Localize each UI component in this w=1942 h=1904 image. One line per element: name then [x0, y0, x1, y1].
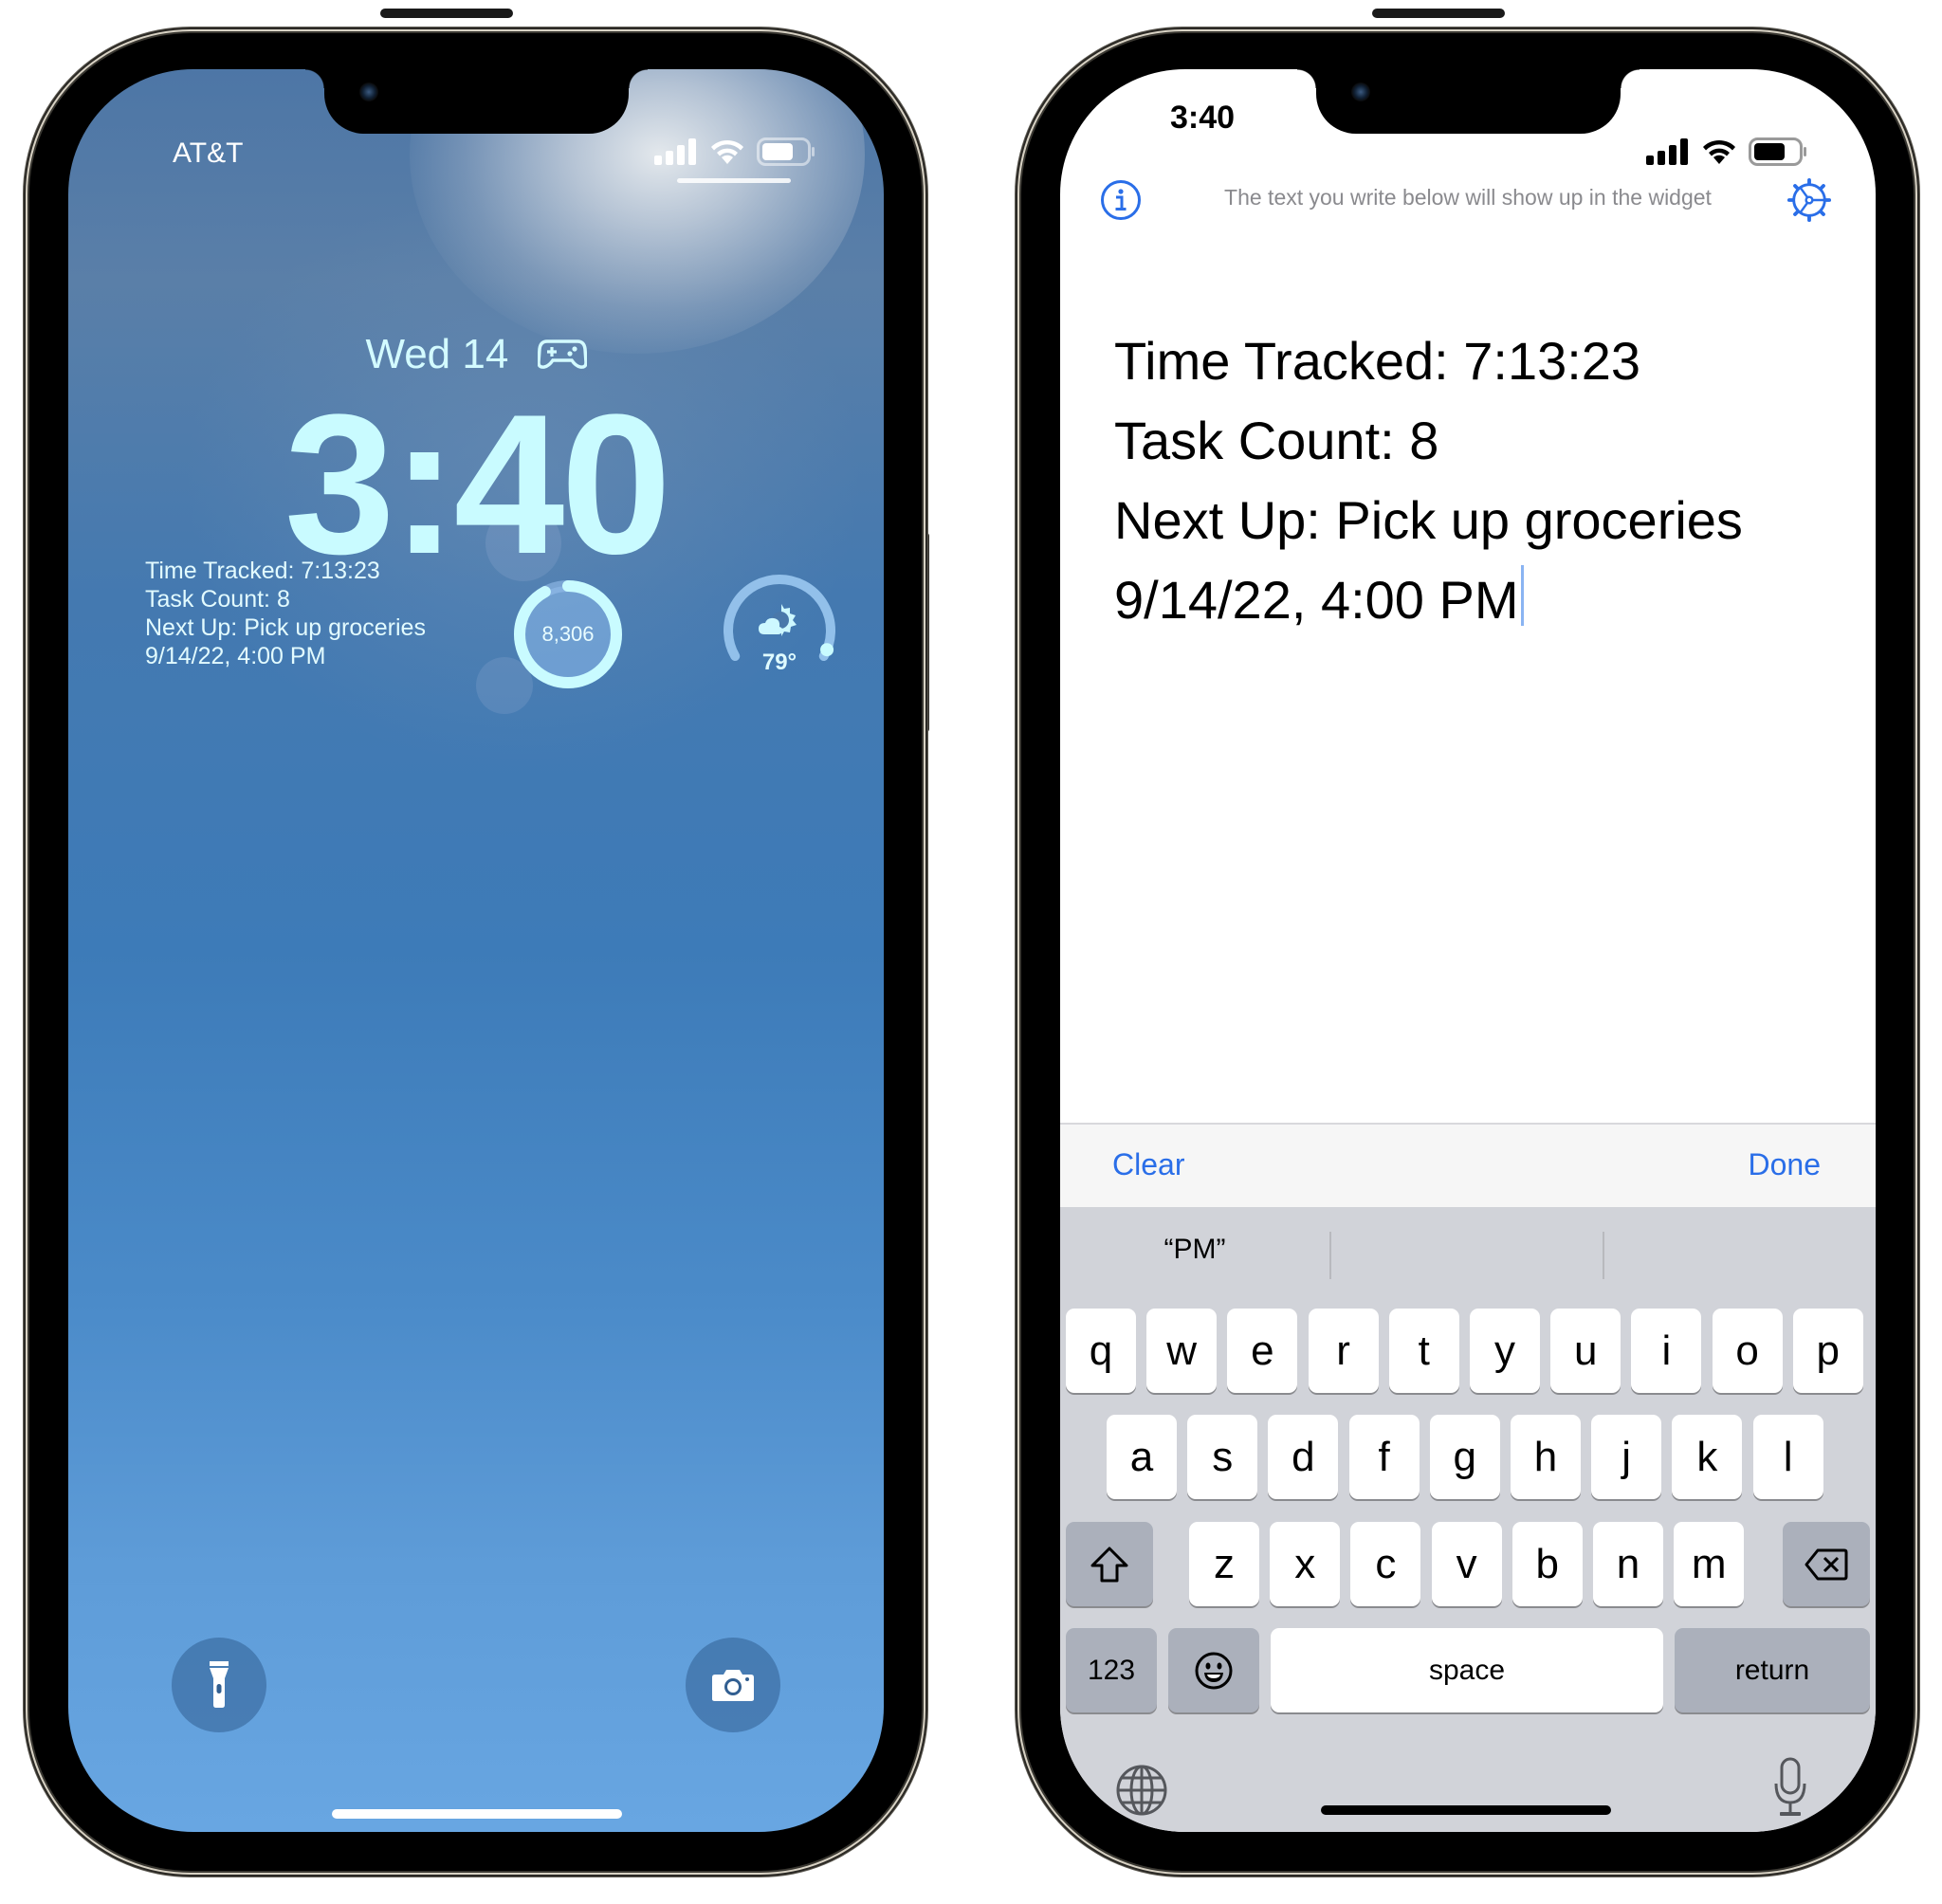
key-v[interactable]: v [1431, 1522, 1502, 1606]
power-button [1913, 533, 1920, 732]
wifi-icon [1703, 139, 1735, 164]
key-p[interactable]: p [1792, 1309, 1863, 1393]
carrier-label: AT&T [173, 137, 244, 169]
settings-button[interactable] [1786, 177, 1832, 223]
backspace-icon [1805, 1548, 1848, 1580]
key-d[interactable]: d [1268, 1415, 1339, 1499]
key-r[interactable]: r [1308, 1309, 1379, 1393]
steps-ring-widget[interactable]: 8,306 [511, 577, 625, 691]
keyboard: “PM” qwertyuiop asdfghjkl zxcvbnm 123 sp… [1060, 1207, 1876, 1832]
key-s[interactable]: s [1187, 1415, 1258, 1499]
emoji-key[interactable] [1168, 1628, 1259, 1712]
key-j[interactable]: j [1591, 1415, 1662, 1499]
key-k[interactable]: k [1672, 1415, 1743, 1499]
editor-phone: 3:40 The text you write below will show … [1021, 9, 1914, 1871]
key-u[interactable]: u [1550, 1309, 1621, 1393]
flashlight-button[interactable] [172, 1638, 266, 1732]
delete-key[interactable] [1783, 1522, 1870, 1606]
battery-icon [757, 137, 815, 166]
key-g[interactable]: g [1429, 1415, 1500, 1499]
shift-key[interactable] [1066, 1522, 1153, 1606]
lock-screen-phone: AT&T Wed 14 3:40 Time Tracked: 7:13:23 T… [29, 9, 922, 1871]
predictive-bar: “PM” [1060, 1207, 1876, 1297]
globe-button[interactable] [1115, 1764, 1168, 1822]
clear-button[interactable]: Clear [1112, 1147, 1184, 1182]
camera-button[interactable] [686, 1638, 780, 1732]
key-t[interactable]: t [1388, 1309, 1459, 1393]
emoji-icon [1195, 1652, 1233, 1689]
key-b[interactable]: b [1511, 1522, 1583, 1606]
microphone-icon [1774, 1757, 1806, 1816]
key-h[interactable]: h [1511, 1415, 1581, 1499]
globe-icon [1116, 1765, 1167, 1816]
key-l[interactable]: l [1752, 1415, 1823, 1499]
keyboard-toolbar: Clear Done [1060, 1123, 1876, 1209]
editor-line: Time Tracked: 7:13:23 [1114, 331, 1641, 391]
cellular-signal-icon [654, 138, 696, 165]
home-indicator[interactable] [332, 1809, 622, 1819]
camera-icon [712, 1670, 754, 1701]
shift-icon [1090, 1547, 1128, 1582]
key-y[interactable]: y [1470, 1309, 1540, 1393]
key-f[interactable]: f [1348, 1415, 1420, 1499]
key-c[interactable]: c [1350, 1522, 1421, 1606]
weather-widget[interactable]: 79° [721, 572, 838, 689]
partly-sunny-icon [759, 604, 797, 636]
wifi-icon [711, 139, 743, 164]
key-i[interactable]: i [1631, 1309, 1702, 1393]
return-key[interactable]: return [1675, 1628, 1870, 1712]
key-z[interactable]: z [1189, 1522, 1259, 1606]
text-cursor [1520, 565, 1524, 626]
cellular-signal-icon [1646, 138, 1688, 165]
speaker-grille [1372, 9, 1505, 18]
key-w[interactable]: w [1146, 1309, 1218, 1393]
status-icons [1646, 137, 1807, 166]
status-indicator-bar [677, 178, 791, 183]
widget-line: Next Up: Pick up groceries [145, 614, 426, 641]
battery-icon [1749, 137, 1806, 166]
space-key[interactable]: space [1271, 1628, 1663, 1712]
key-x[interactable]: x [1270, 1522, 1341, 1606]
widget-line: Task Count: 8 [145, 586, 290, 613]
key-a[interactable]: a [1107, 1415, 1177, 1499]
home-indicator[interactable] [1321, 1805, 1611, 1815]
speaker-grille [380, 9, 513, 18]
flashlight-icon [210, 1661, 229, 1708]
key-q[interactable]: q [1066, 1309, 1136, 1393]
notch [1297, 69, 1640, 134]
steps-value: 8,306 [541, 622, 595, 646]
front-camera [359, 82, 378, 101]
front-camera [1351, 82, 1370, 101]
editor-line: Task Count: 8 [1114, 411, 1439, 470]
widget-hint-text: The text you write below will show up in… [1224, 185, 1712, 210]
status-time: 3:40 [1169, 100, 1236, 136]
key-n[interactable]: n [1593, 1522, 1663, 1606]
editor-screen: 3:40 The text you write below will show … [1060, 69, 1876, 1832]
key-e[interactable]: e [1227, 1309, 1298, 1393]
editor-line: Next Up: Pick up groceries [1114, 490, 1743, 550]
numbers-key[interactable]: 123 [1066, 1628, 1157, 1712]
done-button[interactable]: Done [1749, 1147, 1822, 1182]
power-button [922, 533, 929, 732]
text-widget[interactable]: Time Tracked: 7:13:23 Task Count: 8 Next… [145, 557, 426, 670]
notch [305, 69, 648, 134]
widget-line: Time Tracked: 7:13:23 [145, 558, 380, 584]
prediction-1[interactable]: “PM” [1060, 1234, 1329, 1266]
key-m[interactable]: m [1674, 1522, 1745, 1606]
lock-screen: AT&T Wed 14 3:40 Time Tracked: 7:13:23 T… [68, 69, 884, 1832]
dictation-button[interactable] [1773, 1757, 1807, 1822]
widget-text-editor[interactable]: Time Tracked: 7:13:23 Task Count: 8 Next U… [1114, 321, 1743, 640]
editor-line: 9/14/22, 4:00 PM [1114, 570, 1519, 630]
status-icons [654, 137, 815, 166]
weather-temperature: 79° [761, 650, 797, 675]
gear-icon [1786, 177, 1832, 223]
widget-line: 9/14/22, 4:00 PM [145, 643, 326, 669]
key-o[interactable]: o [1712, 1309, 1783, 1393]
editor-line-last: 9/14/22, 4:00 PM [1114, 560, 1743, 640]
